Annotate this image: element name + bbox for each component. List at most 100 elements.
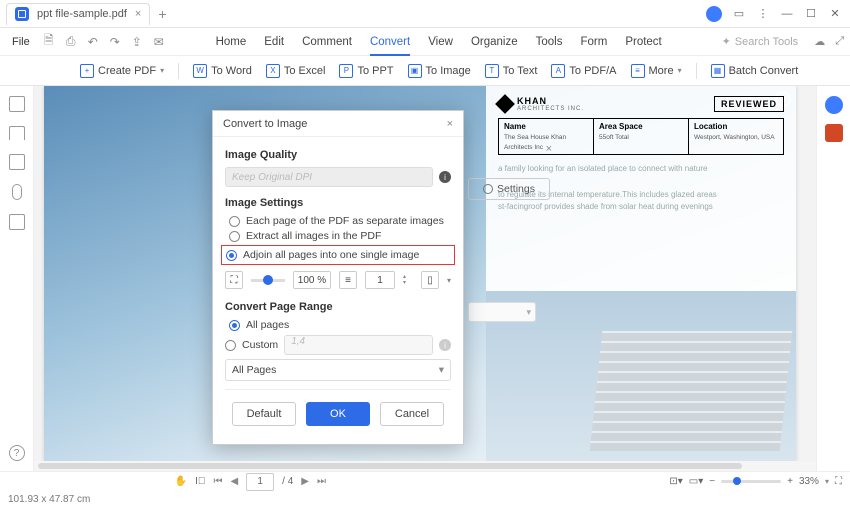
document-tab[interactable]: ppt file-sample.pdf × bbox=[6, 3, 150, 25]
horizontal-scrollbar[interactable] bbox=[34, 461, 816, 471]
option-each-page[interactable]: Each page of the PDF as separate images bbox=[229, 215, 451, 227]
close-window-button[interactable]: ✕ bbox=[828, 7, 842, 21]
undo-icon[interactable]: ↶ bbox=[84, 35, 102, 49]
app-menu-icon[interactable]: ▭ bbox=[732, 7, 746, 21]
tab-label: ppt file-sample.pdf bbox=[37, 8, 127, 20]
share-icon[interactable]: ⇪ bbox=[128, 35, 146, 49]
crop-icon[interactable]: ⛶ bbox=[225, 271, 243, 289]
new-tab-button[interactable]: + bbox=[158, 6, 166, 22]
convert-to-image-dialog: Convert to Image × Image Quality Keep Or… bbox=[212, 110, 464, 445]
convert-toolbar: +Create PDF▾ WTo Word XTo Excel PTo PPT … bbox=[0, 56, 850, 86]
prev-page-icon[interactable]: ◀ bbox=[230, 476, 238, 487]
zoom-in-icon[interactable]: + bbox=[787, 476, 793, 487]
zoom-value[interactable]: 100 % bbox=[293, 271, 331, 289]
menu-view[interactable]: View bbox=[428, 36, 453, 48]
brand-logo-icon bbox=[495, 94, 515, 114]
range-info-icon[interactable]: i bbox=[439, 339, 451, 351]
gear-icon bbox=[483, 184, 493, 194]
left-sidebar: ? bbox=[0, 86, 34, 471]
attachment-icon[interactable] bbox=[12, 184, 22, 200]
brand-name: KHAN bbox=[517, 96, 584, 106]
align-icon[interactable]: ≡ bbox=[339, 271, 357, 289]
search-placeholder: Search Tools bbox=[735, 36, 798, 48]
zoom-out-icon[interactable]: − bbox=[709, 476, 715, 487]
thumbnails-icon[interactable] bbox=[9, 96, 25, 112]
select-tool-icon[interactable]: I⃒ bbox=[195, 476, 205, 487]
mail-icon[interactable]: ✉ bbox=[150, 35, 168, 49]
option-adjoin-pages[interactable]: Adjoin all pages into one single image bbox=[226, 249, 450, 261]
to-excel-button[interactable]: XTo Excel bbox=[266, 64, 326, 78]
help-icon[interactable]: ? bbox=[9, 445, 25, 461]
menu-edit[interactable]: Edit bbox=[264, 36, 284, 48]
search-tools[interactable]: ✦ Search Tools bbox=[722, 35, 799, 48]
pages-combo[interactable]: All Pages▾ bbox=[225, 359, 451, 381]
to-text-button[interactable]: TTo Text bbox=[485, 64, 538, 78]
create-pdf-button[interactable]: +Create PDF▾ bbox=[80, 64, 164, 78]
more-button[interactable]: ≡More▾ bbox=[631, 64, 682, 78]
last-page-icon[interactable]: ⏭ bbox=[317, 476, 326, 487]
cloud-icon[interactable]: ☁ bbox=[814, 35, 825, 48]
menu-protect[interactable]: Protect bbox=[625, 36, 661, 48]
to-image-button[interactable]: ▣To Image bbox=[408, 64, 471, 78]
orientation-icon[interactable]: ▯ bbox=[421, 271, 439, 289]
zoom-slider[interactable] bbox=[251, 279, 285, 282]
to-word-button[interactable]: WTo Word bbox=[193, 64, 252, 78]
sparkle-icon: ✦ bbox=[722, 35, 731, 48]
expand-icon[interactable]: ⤢ bbox=[835, 35, 844, 48]
menu-form[interactable]: Form bbox=[580, 36, 607, 48]
option-extract-images[interactable]: Extract all images in the PDF bbox=[229, 230, 451, 242]
settings-button[interactable]: Settings bbox=[468, 178, 550, 200]
redo-icon[interactable]: ↷ bbox=[106, 35, 124, 49]
dimensions-readout: 101.93 x 47.87 cm bbox=[0, 491, 850, 507]
menu-tools[interactable]: Tools bbox=[536, 36, 563, 48]
next-page-icon[interactable]: ▶ bbox=[301, 476, 309, 487]
menu-organize[interactable]: Organize bbox=[471, 36, 518, 48]
to-pdfa-button[interactable]: ATo PDF/A bbox=[551, 64, 616, 78]
page-number-input[interactable]: 1 bbox=[246, 473, 274, 491]
tab-close-icon[interactable]: × bbox=[135, 8, 141, 20]
to-ppt-button[interactable]: PTo PPT bbox=[339, 64, 393, 78]
dpi-input[interactable]: Keep Original DPI bbox=[225, 167, 433, 187]
reviewed-stamp: REVIEWED bbox=[714, 96, 784, 112]
user-avatar-icon[interactable] bbox=[706, 6, 722, 22]
default-button[interactable]: Default bbox=[232, 402, 296, 426]
menu-convert[interactable]: Convert bbox=[370, 36, 410, 56]
page-stepper[interactable]: 1 bbox=[365, 271, 395, 289]
word-tool-icon[interactable] bbox=[825, 124, 843, 142]
kebab-icon[interactable]: ⋮ bbox=[756, 7, 770, 21]
page-total: / 4 bbox=[282, 476, 293, 487]
option-custom-range[interactable]: Custom bbox=[225, 339, 278, 351]
info-icon[interactable]: i bbox=[439, 171, 451, 183]
menu-comment[interactable]: Comment bbox=[302, 36, 352, 48]
dialog-close-icon[interactable]: × bbox=[447, 118, 453, 130]
menu-home[interactable]: Home bbox=[216, 36, 247, 48]
minimize-button[interactable]: — bbox=[780, 7, 794, 21]
bookmark-icon[interactable] bbox=[9, 126, 25, 140]
menubar: File 🗎 ⎙ ↶ ↷ ⇪ ✉ Home Edit Comment Conve… bbox=[0, 28, 850, 56]
pages-icon[interactable] bbox=[9, 214, 25, 230]
save-icon[interactable]: 🗎 bbox=[40, 31, 58, 52]
fullscreen-icon[interactable]: ⛶ bbox=[835, 476, 842, 487]
zoom-track[interactable] bbox=[721, 480, 781, 483]
ai-tool-icon[interactable] bbox=[825, 96, 843, 114]
read-mode-icon[interactable]: ▭▾ bbox=[689, 476, 703, 487]
section-image-settings: Image Settings bbox=[225, 197, 451, 209]
file-menu[interactable]: File bbox=[6, 36, 36, 48]
doc-para-1: a family looking for an isolated place t… bbox=[498, 163, 784, 176]
hand-tool-icon[interactable]: ✋ bbox=[175, 476, 187, 487]
batch-convert-button[interactable]: ▦Batch Convert bbox=[711, 64, 799, 78]
statusbar: ✋ I⃒ ⏮ ◀ 1 / 4 ▶ ⏭ ⊡▾ ▭▾ − + 33%▾ ⛶ bbox=[0, 471, 850, 491]
maximize-button[interactable]: ☐ bbox=[804, 7, 818, 21]
first-page-icon[interactable]: ⏮ bbox=[213, 476, 222, 487]
layers-icon[interactable] bbox=[9, 154, 25, 170]
cancel-button[interactable]: Cancel bbox=[380, 402, 444, 426]
fit-width-icon[interactable]: ⊡▾ bbox=[669, 476, 682, 487]
sub-dropdown[interactable]: ▾ bbox=[468, 302, 536, 322]
section-page-range: Convert Page Range bbox=[225, 301, 451, 313]
sub-dialog-close-icon[interactable]: × bbox=[546, 143, 552, 155]
ok-button[interactable]: OK bbox=[306, 402, 370, 426]
custom-range-input[interactable]: 1,4 bbox=[284, 335, 433, 355]
settings-fragment: × Settings ▾ Cancel bbox=[468, 178, 550, 486]
print-icon[interactable]: ⎙ bbox=[62, 34, 80, 49]
option-all-pages[interactable]: All pages bbox=[229, 319, 451, 331]
